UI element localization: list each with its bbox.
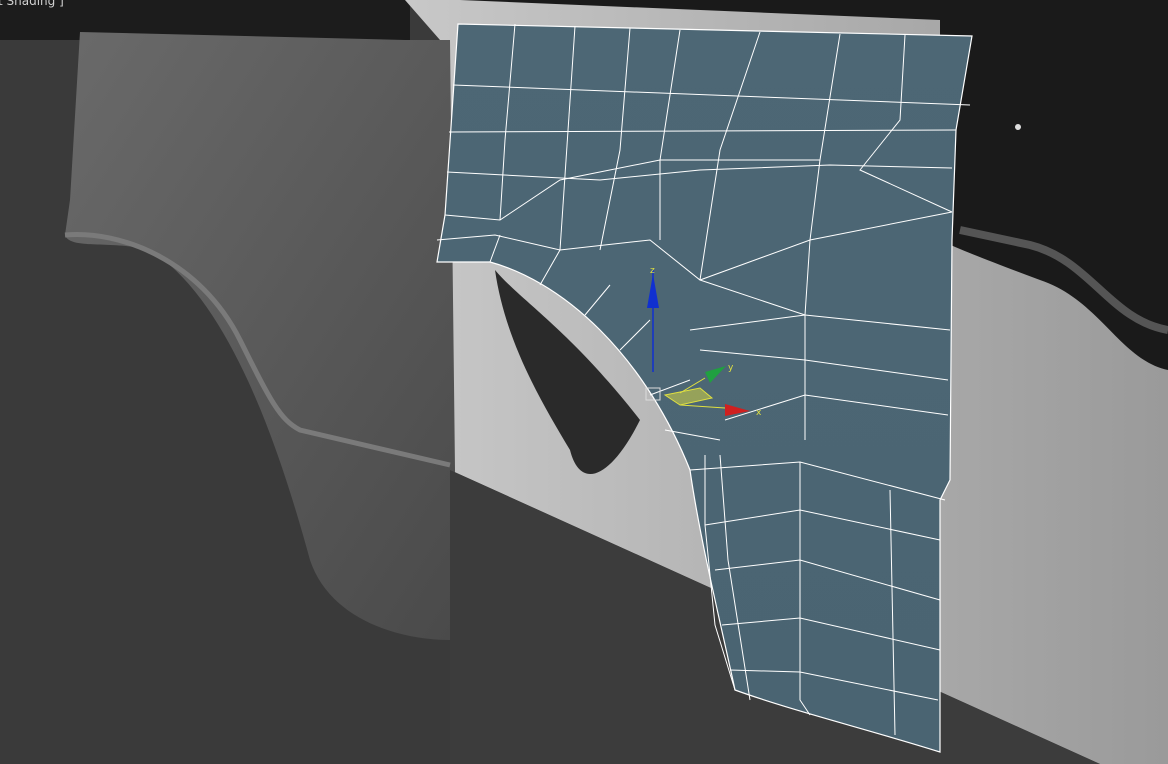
viewport-shading-label[interactable]: t Shading ] [0,0,64,8]
x-label: x [756,408,762,418]
y-label: y [728,363,734,373]
viewport-scene[interactable]: z x y [0,0,1168,764]
light-dot [1015,124,1021,130]
z-label: z [650,266,655,276]
3d-viewport[interactable]: z x y t Shading ] [0,0,1168,764]
